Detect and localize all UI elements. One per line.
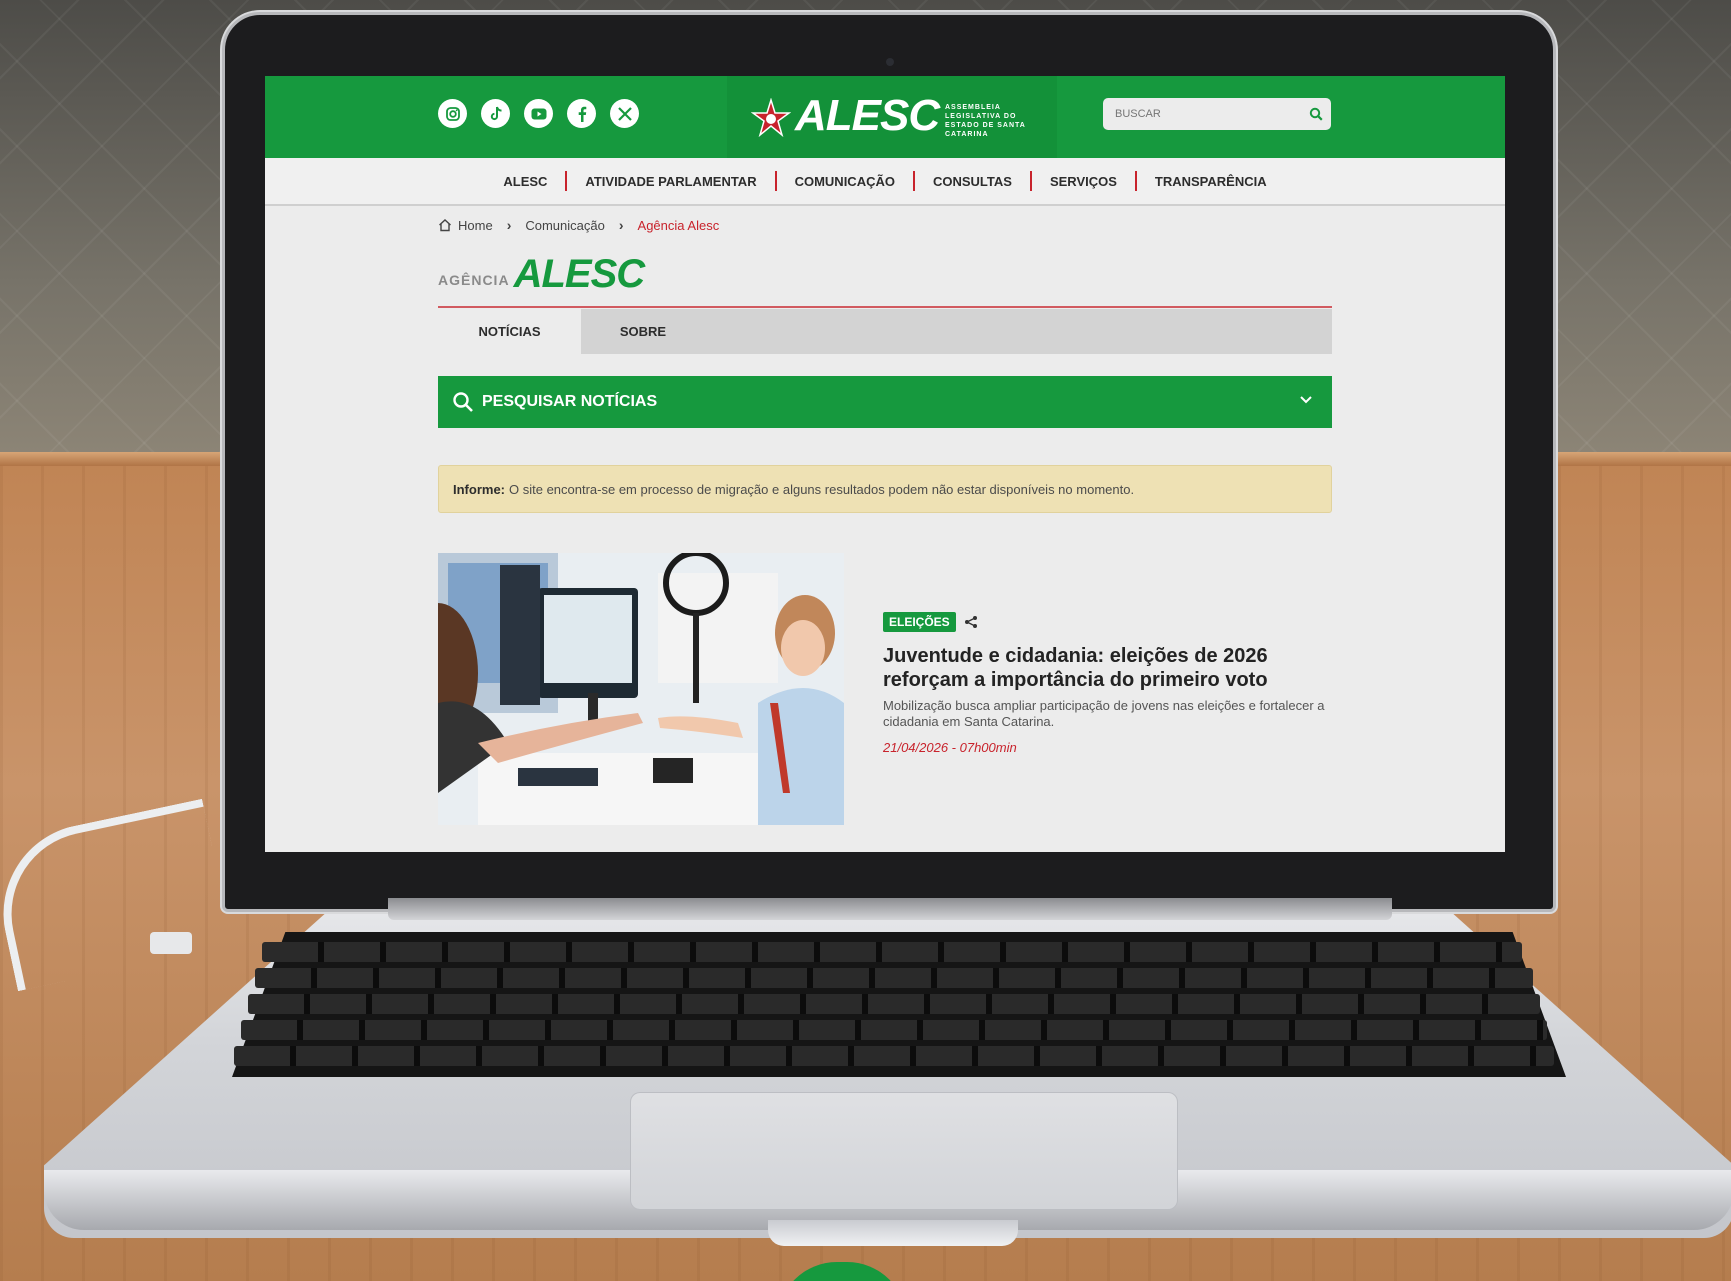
keyboard-row [262,942,1522,962]
home-icon [439,219,451,232]
search-icon [1309,107,1323,121]
chevron-right-icon: › [506,217,512,233]
keyboard-row [248,994,1540,1014]
search-icon [453,392,473,412]
article-meta: ELEIÇÕES [883,612,1333,632]
article-date: 21/04/2026 - 07h00min [883,740,1017,755]
x-icon[interactable] [610,99,639,128]
social-links [438,99,639,128]
coat-of-arms-icon [751,98,791,138]
youtube-icon[interactable] [524,99,553,128]
section-tabs: NOTÍCIAS SOBRE [438,309,1332,354]
migration-notice: Informe: O site encontra-se em processo … [438,465,1332,513]
facebook-icon[interactable] [567,99,596,128]
notice-label: Informe: [453,481,505,497]
site-logo[interactable]: ALESC ASSEMBLEIA LEGISLATIVA DO ESTADO D… [727,76,1057,158]
laptop-notch [768,1220,1018,1246]
trackpad [630,1092,1178,1210]
section-title: AGÊNCIA ALESC [438,252,646,296]
webcam [886,58,894,66]
chevron-down-icon [1300,391,1312,407]
site-header: ALESC ASSEMBLEIA LEGISLATIVA DO ESTADO D… [265,76,1505,158]
article-summary: Mobilização busca ampliar participação d… [883,698,1325,729]
section-title-main: ALESC [513,252,646,296]
tiktok-icon[interactable] [481,99,510,128]
keyboard-row [241,1020,1547,1040]
article-image[interactable] [438,553,844,825]
share-icon[interactable] [964,615,978,629]
category-badge[interactable]: ELEIÇÕES [883,612,956,632]
keyboard-row [234,1046,1554,1066]
main-navigation: ALESC ATIVIDADE PARLAMENTAR COMUNICAÇÃO … [265,158,1505,206]
nav-item-servicos[interactable]: SERVIÇOS [1032,174,1135,189]
breadcrumb: Home › Comunicação › Agência Alesc [438,217,719,233]
section-title-prefix: AGÊNCIA [438,272,510,288]
nav-item-transparencia[interactable]: TRANSPARÊNCIA [1137,174,1285,189]
breadcrumb-comunicacao[interactable]: Comunicação [525,218,605,233]
nav-item-comunicacao[interactable]: COMUNICAÇÃO [777,174,913,189]
nav-item-atividade-parlamentar[interactable]: ATIVIDADE PARLAMENTAR [567,174,774,189]
logo-wordmark: ALESC [795,91,940,140]
breadcrumb-home[interactable]: Home [458,218,493,233]
chevron-right-icon: › [618,217,624,233]
nav-item-alesc[interactable]: ALESC [485,174,565,189]
laptop-hinge [388,898,1392,920]
article-card: ELEIÇÕES Juventude e cidadania: eleições… [883,612,1333,755]
cable-plug [150,932,192,954]
keyboard-row [255,968,1533,988]
tab-noticias[interactable]: NOTÍCIAS [438,309,581,354]
search-news-label: PESQUISAR NOTÍCIAS [482,393,658,410]
tab-sobre[interactable]: SOBRE [581,309,705,354]
search-input[interactable] [1103,98,1301,130]
section-divider [438,306,1332,308]
breadcrumb-current: Agência Alesc [637,217,720,233]
instagram-icon[interactable] [438,99,467,128]
search-button[interactable] [1301,98,1331,130]
nav-item-consultas[interactable]: CONSULTAS [915,174,1030,189]
notice-text: O site encontra-se em processo de migraç… [509,481,1135,497]
logo-subtitle: ASSEMBLEIA LEGISLATIVA DO ESTADO DE SANT… [945,104,1026,138]
search-news-toggle[interactable]: PESQUISAR NOTÍCIAS [438,376,1332,428]
article-headline[interactable]: Juventude e cidadania: eleições de 2026 … [883,644,1333,692]
laptop-screen: ALESC ASSEMBLEIA LEGISLATIVA DO ESTADO D… [265,76,1505,852]
site-search [1103,98,1331,130]
